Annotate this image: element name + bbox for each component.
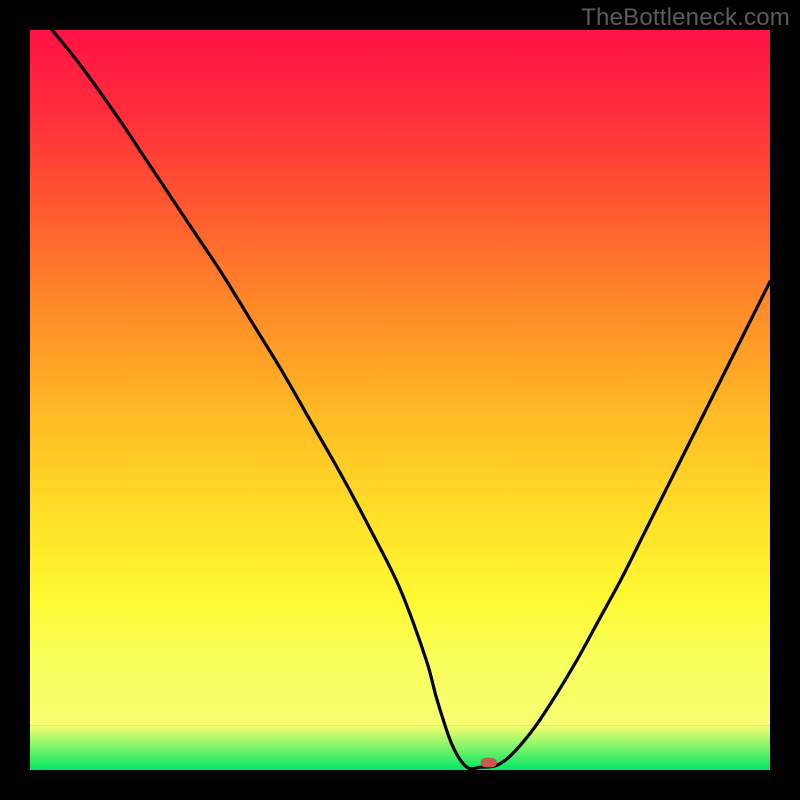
gradient-background [30, 30, 770, 726]
watermark-text: TheBottleneck.com [581, 4, 790, 32]
plot-area [30, 30, 770, 770]
optimal-marker [481, 758, 497, 768]
baseline-band [30, 726, 770, 770]
chart-svg [30, 30, 770, 770]
chart-container: TheBottleneck.com [0, 0, 800, 800]
